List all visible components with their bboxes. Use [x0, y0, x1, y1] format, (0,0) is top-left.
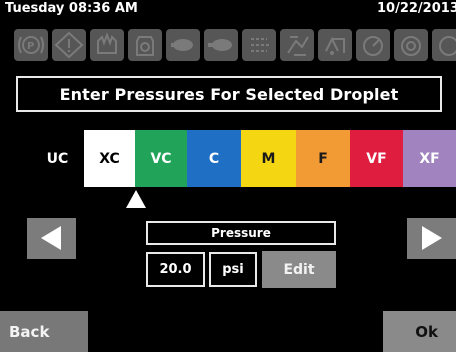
warning-icon[interactable] [52, 29, 86, 61]
pressure-label: Pressure [146, 221, 336, 245]
page-title: Enter Pressures For Selected Droplet [16, 76, 442, 112]
tank-icon[interactable] [128, 29, 162, 61]
ok-button[interactable]: Ok [383, 311, 456, 352]
left-arrow-icon [41, 226, 61, 250]
droplet-pressure-screen: Tuesday 08:36 AM 10/22/2013 P Enter Pres… [0, 0, 456, 352]
status-date: 10/22/2013 [377, 1, 456, 16]
droplet-vc[interactable]: VC [135, 130, 187, 187]
droplet-xf[interactable]: XF [403, 130, 456, 187]
back-button[interactable]: Back [0, 311, 88, 352]
selected-droplet-pointer [126, 190, 146, 208]
droplet-m[interactable]: M [241, 130, 296, 187]
droplet-f[interactable]: F [296, 130, 350, 187]
svg-text:P: P [27, 41, 34, 52]
next-droplet-button[interactable] [407, 218, 456, 259]
droplet-xc[interactable]: XC [84, 130, 135, 187]
spray-icon[interactable] [166, 29, 200, 61]
pump-icon[interactable] [318, 29, 352, 61]
edit-button[interactable]: Edit [262, 251, 336, 288]
nozzle-icon[interactable] [204, 29, 238, 61]
status-day-time: Tuesday 08:36 AM [5, 1, 138, 16]
previous-droplet-button[interactable] [27, 218, 76, 259]
engine-icon[interactable] [90, 29, 124, 61]
more-icon[interactable] [432, 29, 456, 61]
droplet-c[interactable]: C [187, 130, 241, 187]
fan-icon[interactable] [242, 29, 276, 61]
droplet-vf[interactable]: VF [350, 130, 403, 187]
alarm-icon[interactable] [394, 29, 428, 61]
droplet-uc[interactable]: UC [31, 130, 84, 187]
pressure-value-field[interactable]: 20.0 [146, 252, 205, 287]
park-brake-icon[interactable]: P [14, 29, 48, 61]
status-bar: Tuesday 08:36 AM 10/22/2013 [0, 0, 456, 18]
right-arrow-icon [422, 226, 442, 250]
boom-icon[interactable] [280, 29, 314, 61]
gauge-icon[interactable] [356, 29, 390, 61]
pressure-unit: psi [209, 252, 257, 287]
